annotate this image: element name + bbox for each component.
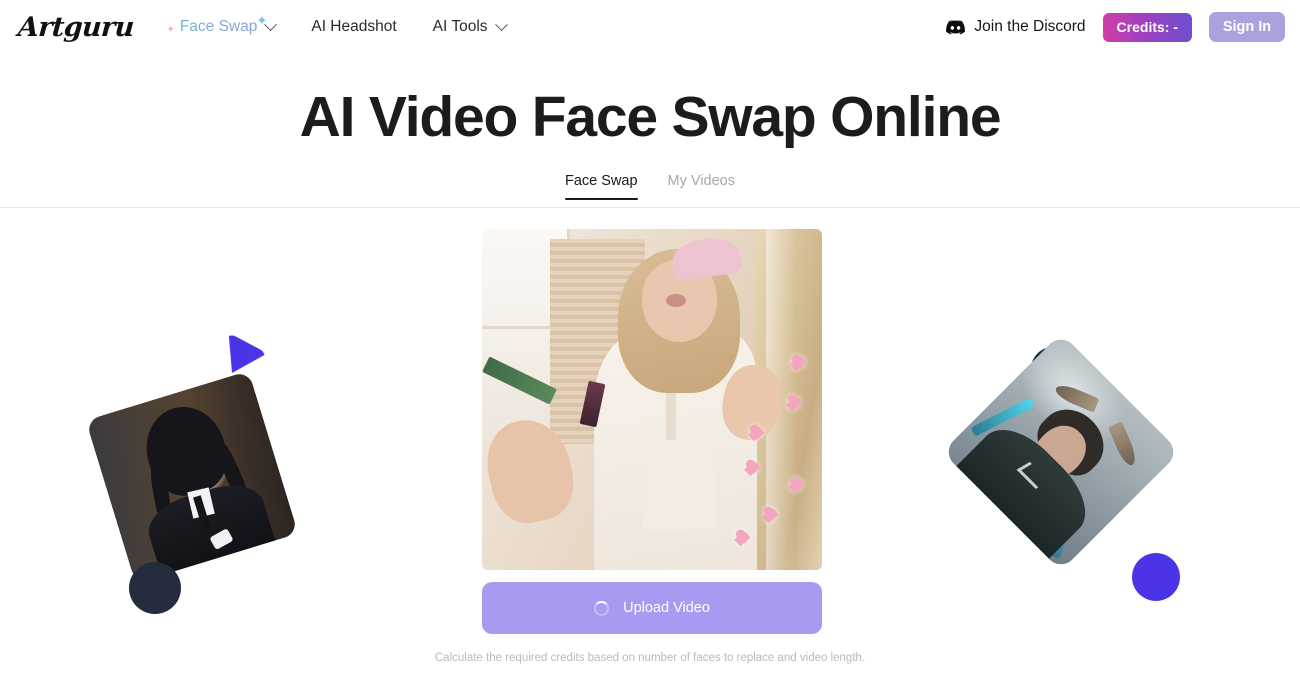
decorative-photo-card-right [942, 333, 1180, 571]
chevron-down-icon [494, 17, 508, 31]
heart-icon [746, 460, 763, 475]
chevron-down-icon [264, 17, 278, 31]
tab-my-videos[interactable]: My Videos [668, 173, 735, 200]
artguru-logo[interactable]: Artguru [17, 12, 135, 43]
heart-icon [792, 355, 809, 370]
decoration-right [942, 333, 1190, 615]
discord-icon [946, 19, 966, 35]
page-root: Artguru ✦ Face Swap ✦ AI Headshot AI Too… [0, 0, 1300, 691]
site-header: Artguru ✦ Face Swap ✦ AI Headshot AI Too… [0, 0, 1300, 54]
heart-icon [788, 395, 805, 410]
top-garment-shape [641, 440, 717, 530]
nav-item-label: AI Tools [432, 18, 488, 35]
main-navigation: ✦ Face Swap ✦ AI Headshot AI Tools [162, 12, 524, 42]
decorative-circle-navy [129, 562, 181, 614]
header-actions: Join the Discord Credits: - Sign In [946, 12, 1285, 42]
tab-bar: Face Swap My Videos [0, 173, 1300, 200]
join-discord-link[interactable]: Join the Discord [946, 18, 1086, 36]
loading-spinner-icon [594, 600, 610, 616]
decorative-circle-blue [1132, 553, 1180, 601]
nav-item-ai-tools[interactable]: AI Tools [415, 12, 524, 42]
heart-icon [764, 507, 781, 522]
page-title: AI Video Face Swap Online [299, 85, 1002, 149]
join-discord-label: Join the Discord [974, 18, 1086, 35]
nav-item-ai-headshot[interactable]: AI Headshot [293, 12, 414, 42]
loki-photo [942, 333, 1180, 571]
video-preview[interactable] [482, 229, 822, 570]
sign-in-button[interactable]: Sign In [1209, 12, 1285, 42]
heart-icon [750, 425, 767, 440]
nav-item-label: Face Swap [179, 18, 258, 35]
credits-note: Calculate the required credits based on … [434, 652, 866, 664]
decoration-left [85, 330, 325, 620]
tab-face-swap[interactable]: Face Swap [565, 173, 638, 200]
decorative-photo-card-left [85, 370, 299, 584]
header-divider [0, 207, 1300, 208]
nav-item-face-swap[interactable]: ✦ Face Swap ✦ [162, 12, 294, 42]
nav-item-label: AI Headshot [311, 18, 397, 35]
heart-icon [790, 477, 807, 492]
wednesday-addams-photo [85, 370, 299, 584]
woman-applying-makeup-video-preview [482, 229, 822, 570]
heart-icon [736, 530, 753, 545]
credits-button[interactable]: Credits: - [1102, 12, 1192, 42]
heart-emoji-group [720, 355, 815, 553]
upload-video-button[interactable]: Upload Video [482, 582, 822, 634]
headband-shape [670, 234, 743, 282]
sparkle-icon: ✦ [166, 24, 175, 34]
upload-video-label: Upload Video [623, 600, 710, 616]
